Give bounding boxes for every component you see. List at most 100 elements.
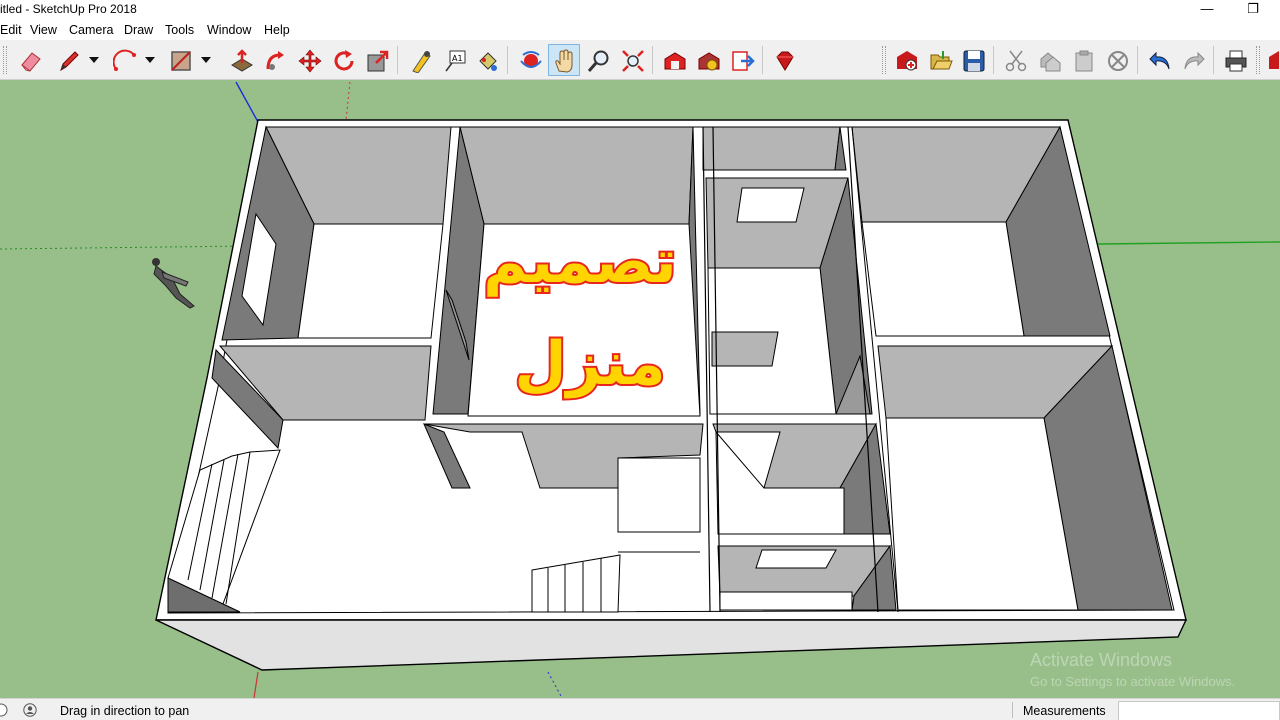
- measurements-label: Measurements: [1023, 704, 1106, 718]
- geolocation-icon[interactable]: [0, 703, 8, 717]
- measurements-input[interactable]: [1118, 701, 1280, 720]
- red-axis-dashed: [345, 81, 351, 121]
- toolbar-separator: [397, 46, 398, 74]
- pan-icon: [555, 49, 573, 73]
- send-to-layout-button[interactable]: [726, 44, 758, 76]
- rotate-icon: [334, 50, 354, 71]
- menu-edit[interactable]: Edit: [0, 23, 22, 37]
- orbit-tool-button[interactable]: [514, 44, 546, 76]
- extension-warehouse-icon: [698, 52, 720, 71]
- line-tool-button[interactable]: [52, 44, 84, 76]
- user-account-icon[interactable]: [23, 703, 37, 717]
- toolbar-grip[interactable]: [882, 46, 886, 74]
- menu-help[interactable]: Help: [264, 23, 290, 37]
- green-axis: [1097, 241, 1280, 245]
- rectangle-icon: [171, 51, 191, 71]
- zoom-extents-icon: [622, 50, 644, 72]
- chevron-down-icon[interactable]: [88, 54, 100, 66]
- open-file-button[interactable]: [924, 44, 956, 76]
- restore-button[interactable]: ❐: [1230, 0, 1276, 20]
- activate-windows-subtext: Go to Settings to activate Windows.: [1030, 674, 1236, 689]
- 3d-warehouse-button[interactable]: [658, 44, 690, 76]
- toolbar-separator: [1137, 46, 1138, 74]
- eraser-tool-button[interactable]: [14, 44, 46, 76]
- save-button[interactable]: [957, 44, 989, 76]
- toolbar-grip[interactable]: [3, 46, 7, 74]
- text-tool-button[interactable]: A1: [438, 44, 470, 76]
- extra-toolbar-icon: [1269, 51, 1279, 69]
- toolbar-grip[interactable]: [1256, 46, 1260, 74]
- green-axis-dashed: [0, 245, 251, 250]
- zoom-icon: [587, 50, 609, 72]
- eraser-icon: [21, 52, 41, 72]
- toolbar-separator: [507, 46, 508, 74]
- print-button[interactable]: [1219, 44, 1251, 76]
- text-icon: A1: [445, 50, 466, 72]
- undo-button[interactable]: [1143, 44, 1175, 76]
- new-file-button[interactable]: [890, 44, 922, 76]
- tape-measure-icon: [412, 51, 431, 73]
- status-bar: Drag in direction to pan Measurements: [0, 698, 1280, 720]
- menu-window[interactable]: Window: [207, 23, 251, 37]
- scale-tool-button[interactable]: [361, 44, 393, 76]
- arc-tool-button[interactable]: [108, 44, 140, 76]
- copy-button[interactable]: [1033, 44, 1065, 76]
- menu-draw[interactable]: Draw: [124, 23, 153, 37]
- open-folder-icon: [930, 51, 953, 70]
- minimize-button[interactable]: —: [1184, 0, 1230, 20]
- cut-icon: [1005, 50, 1027, 72]
- zoom-tool-button[interactable]: [582, 44, 614, 76]
- paint-bucket-icon: [479, 52, 497, 71]
- zoom-extents-tool-button[interactable]: [616, 44, 648, 76]
- tape-measure-tool-button[interactable]: [404, 44, 436, 76]
- move-icon: [298, 49, 322, 73]
- extra-toolbar-button[interactable]: [1262, 44, 1280, 76]
- chevron-down-icon[interactable]: [144, 54, 156, 66]
- cut-button[interactable]: [999, 44, 1031, 76]
- erase-selection-icon: [1108, 51, 1128, 71]
- redo-button[interactable]: [1177, 44, 1209, 76]
- overlay-title-line2: منزل: [514, 329, 665, 399]
- pencil-line-icon: [60, 51, 79, 72]
- house-model-drawing: تصميم منزل: [0, 81, 1280, 698]
- follow-me-icon: [266, 51, 284, 70]
- print-icon: [1225, 50, 1247, 72]
- blue-axis-dashed: [547, 671, 563, 698]
- window-title: itled - SketchUp Pro 2018: [0, 2, 137, 16]
- arc-icon: [113, 49, 136, 71]
- orbit-icon: [520, 51, 542, 68]
- redo-icon: [1184, 51, 1205, 70]
- erase-selection-button[interactable]: [1101, 44, 1133, 76]
- move-tool-button[interactable]: [293, 44, 325, 76]
- pan-tool-button[interactable]: [548, 44, 580, 76]
- model-viewport[interactable]: تصميم منزل Activate Windows Go to Settin…: [0, 80, 1280, 698]
- menu-camera[interactable]: Camera: [69, 23, 113, 37]
- copy-icon: [1040, 52, 1061, 72]
- menu-tools[interactable]: Tools: [165, 23, 194, 37]
- toolbar-separator: [762, 46, 763, 74]
- send-to-layout-icon: [732, 51, 755, 71]
- chevron-down-icon[interactable]: [200, 54, 212, 66]
- rectangle-tool-button[interactable]: [164, 44, 196, 76]
- menu-view[interactable]: View: [30, 23, 57, 37]
- status-hint: Drag in direction to pan: [60, 704, 190, 718]
- extension-warehouse-button[interactable]: [692, 44, 724, 76]
- toolbar-separator: [652, 46, 653, 74]
- scale-figure: [152, 258, 195, 309]
- overlay-title-line1: تصميم: [483, 227, 676, 297]
- warehouse-icon: [664, 52, 686, 70]
- title-bar: itled - SketchUp Pro 2018 — ❐: [0, 0, 1280, 20]
- rotate-tool-button[interactable]: [327, 44, 359, 76]
- new-file-icon: [897, 51, 917, 71]
- paste-button[interactable]: [1067, 44, 1099, 76]
- main-toolbar: A1: [0, 40, 1280, 80]
- ruby-console-button[interactable]: [768, 44, 800, 76]
- push-pull-icon: [231, 49, 253, 72]
- push-pull-tool-button[interactable]: [225, 44, 257, 76]
- svg-text:A1: A1: [452, 54, 463, 63]
- toolbar-separator: [993, 46, 994, 74]
- follow-me-tool-button[interactable]: [259, 44, 291, 76]
- menu-bar: Edit View Camera Draw Tools Window Help: [0, 20, 1280, 40]
- toolbar-separator: [1213, 46, 1214, 74]
- paint-bucket-tool-button[interactable]: [471, 44, 503, 76]
